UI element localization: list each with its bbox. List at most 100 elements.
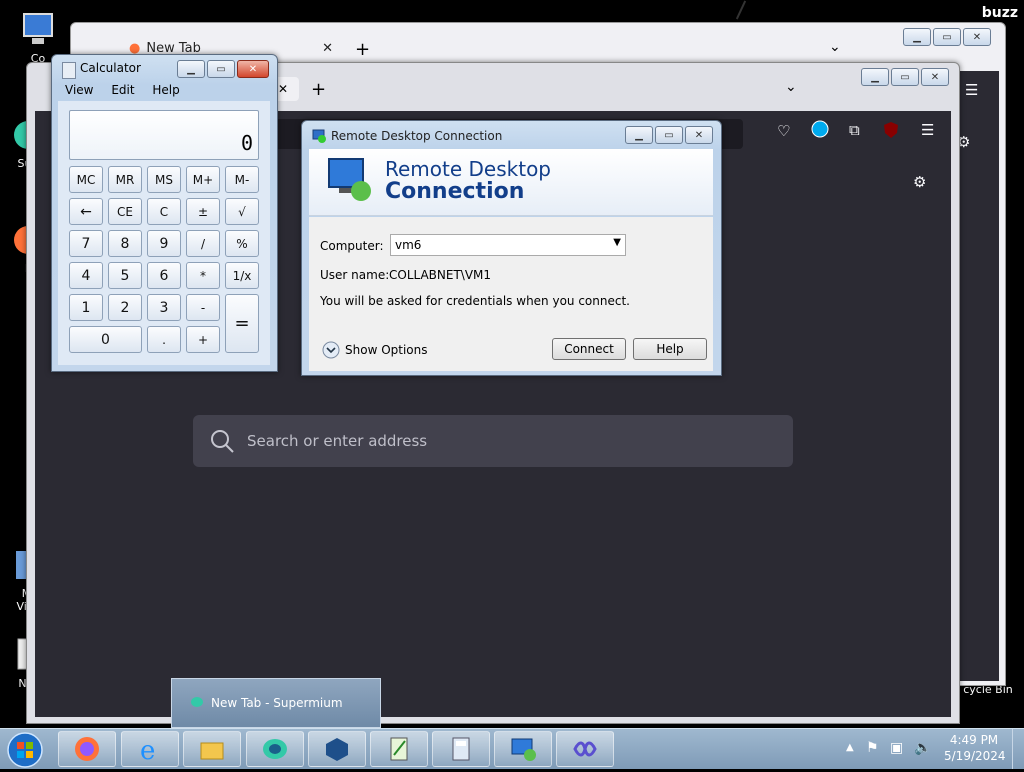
- taskbar-visual-studio[interactable]: [556, 731, 614, 767]
- computer-combobox[interactable]: vm6 ▼: [390, 234, 626, 256]
- banner-title-line2: Connection: [385, 179, 525, 204]
- extensions-icon[interactable]: ⧉: [849, 121, 860, 139]
- new-tab-button[interactable]: +: [311, 79, 326, 100]
- decimal-button[interactable]: .: [147, 326, 181, 353]
- taskbar: e ▲ ⚑ ▣ 🔈 4:49 PM 5/19/2024: [0, 728, 1024, 769]
- minimize-button[interactable]: ▁: [177, 60, 205, 78]
- negate-button[interactable]: ±: [186, 198, 220, 225]
- show-options-link[interactable]: Show Options: [345, 343, 428, 357]
- pocket-icon[interactable]: ♡: [777, 122, 790, 140]
- mr-button[interactable]: MR: [108, 166, 142, 193]
- maximize-button[interactable]: ▭: [933, 28, 961, 46]
- calculator-display: 0: [69, 110, 259, 160]
- rdc-app-icon: [312, 129, 326, 143]
- search-bar[interactable]: [193, 415, 793, 467]
- tab-list-chevron-icon[interactable]: ⌄: [829, 39, 841, 55]
- ms-button[interactable]: MS: [147, 166, 181, 193]
- taskbar-explorer[interactable]: [183, 731, 241, 767]
- menu-view[interactable]: View: [65, 83, 93, 97]
- multiply-button[interactable]: *: [186, 262, 220, 289]
- calculator-app-icon: [62, 62, 76, 79]
- subtract-button[interactable]: -: [186, 294, 220, 321]
- equals-button[interactable]: =: [225, 294, 259, 353]
- supermium-icon: [263, 739, 287, 759]
- menu-icon[interactable]: ☰: [921, 121, 934, 139]
- m-plus-button[interactable]: M+: [186, 166, 220, 193]
- dropdown-arrow-icon[interactable]: ▼: [613, 237, 621, 248]
- digit-7-button[interactable]: 7: [69, 230, 103, 257]
- add-button[interactable]: +: [186, 326, 220, 353]
- new-tab-button[interactable]: +: [355, 39, 370, 60]
- digit-9-button[interactable]: 9: [147, 230, 181, 257]
- expand-options-icon[interactable]: [322, 341, 340, 359]
- rdc-window: Remote Desktop Connection ▁ ▭ ✕ Remote D…: [301, 120, 722, 376]
- system-clock[interactable]: 4:49 PM 5/19/2024: [944, 733, 1006, 763]
- close-button[interactable]: ✕: [685, 126, 713, 144]
- digit-0-button[interactable]: 0: [69, 326, 142, 353]
- menu-icon[interactable]: ☰: [965, 81, 978, 99]
- settings-gear-icon[interactable]: ⚙: [913, 173, 926, 191]
- digit-2-button[interactable]: 2: [108, 294, 142, 321]
- taskbar-preview[interactable]: New Tab - Supermium: [171, 678, 381, 728]
- taskbar-supermium[interactable]: [246, 731, 304, 767]
- clear-button[interactable]: C: [147, 198, 181, 225]
- calculator-icon: [452, 737, 470, 761]
- volume-muted-icon[interactable]: 🔈: [914, 740, 931, 756]
- maximize-button[interactable]: ▭: [655, 126, 683, 144]
- close-button[interactable]: ✕: [963, 28, 991, 46]
- window-title: Remote Desktop Connection: [331, 129, 503, 143]
- taskbar-firefox[interactable]: [58, 731, 116, 767]
- connect-button[interactable]: Connect: [552, 338, 626, 360]
- network-icon[interactable]: ▣: [890, 740, 903, 756]
- wallpaper-line: [735, 0, 747, 20]
- close-button[interactable]: ✕: [237, 60, 269, 78]
- divide-button[interactable]: /: [186, 230, 220, 257]
- account-icon[interactable]: [811, 120, 829, 142]
- maximize-button[interactable]: ▭: [891, 68, 919, 86]
- reciprocal-button[interactable]: 1/x: [225, 262, 259, 289]
- digit-8-button[interactable]: 8: [108, 230, 142, 257]
- menu-edit[interactable]: Edit: [111, 83, 134, 97]
- digit-1-button[interactable]: 1: [69, 294, 103, 321]
- computer-value: vm6: [395, 238, 422, 252]
- firefox-icon: [75, 737, 99, 761]
- taskbar-remote-desktop[interactable]: [494, 731, 552, 767]
- window-title: Calculator: [80, 61, 141, 75]
- display-value: 0: [240, 131, 253, 155]
- minimize-button[interactable]: ▁: [625, 126, 653, 144]
- clock-time: 4:49 PM: [949, 733, 999, 747]
- supermium-icon: [190, 696, 204, 708]
- taskbar-virtualbox[interactable]: [308, 731, 366, 767]
- search-input[interactable]: [245, 431, 769, 451]
- action-center-flag-icon[interactable]: ⚑: [866, 740, 879, 756]
- search-icon: [211, 430, 234, 453]
- m-minus-button[interactable]: M-: [225, 166, 259, 193]
- minimize-button[interactable]: ▁: [861, 68, 889, 86]
- show-desktop-button[interactable]: [1012, 729, 1024, 769]
- maximize-button[interactable]: ▭: [207, 60, 235, 78]
- digit-3-button[interactable]: 3: [147, 294, 181, 321]
- digit-6-button[interactable]: 6: [147, 262, 181, 289]
- taskbar-internet-explorer[interactable]: e: [121, 731, 179, 767]
- digit-4-button[interactable]: 4: [69, 262, 103, 289]
- menu-help[interactable]: Help: [152, 83, 179, 97]
- close-button[interactable]: ✕: [921, 68, 949, 86]
- show-hidden-icons[interactable]: ▲: [846, 742, 854, 753]
- mc-button[interactable]: MC: [69, 166, 103, 193]
- tab-list-chevron-icon[interactable]: ⌄: [785, 79, 797, 95]
- rdc-banner: Remote Desktop Connection: [309, 149, 713, 216]
- remote-desktop-icon: [325, 155, 375, 205]
- minimize-button[interactable]: ▁: [903, 28, 931, 46]
- backspace-button[interactable]: ←: [69, 198, 103, 225]
- help-button[interactable]: Help: [633, 338, 707, 360]
- ce-button[interactable]: CE: [108, 198, 142, 225]
- taskbar-text-editor[interactable]: [370, 731, 428, 767]
- folder-icon: [200, 742, 224, 760]
- ublock-icon[interactable]: [883, 121, 899, 143]
- close-tab-icon[interactable]: ✕: [322, 41, 333, 56]
- percent-button[interactable]: %: [225, 230, 259, 257]
- sqrt-button[interactable]: √: [225, 198, 259, 225]
- digit-5-button[interactable]: 5: [108, 262, 142, 289]
- start-button[interactable]: [6, 731, 44, 769]
- taskbar-calculator[interactable]: [432, 731, 490, 767]
